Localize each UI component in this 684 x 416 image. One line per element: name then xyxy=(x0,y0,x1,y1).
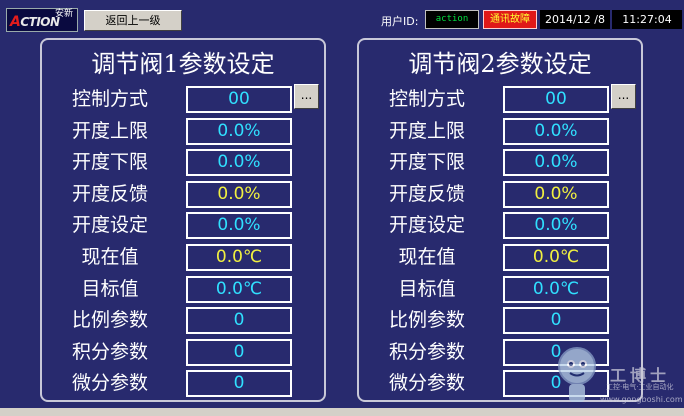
panel-title: 调节阀2参数设定 xyxy=(408,50,592,78)
panel-title: 调节阀1参数设定 xyxy=(91,50,275,78)
param-label: 现在值 xyxy=(81,246,139,268)
hmi-screen: 安新 ACTION 返回上一级 用户ID: action 通讯故障 2014/1… xyxy=(0,0,684,416)
param-value-field[interactable]: 0.0% xyxy=(503,149,609,176)
param-label: 比例参数 xyxy=(388,309,465,331)
param-value-field[interactable]: 0 xyxy=(503,307,609,334)
param-value-field[interactable]: 0.0% xyxy=(186,181,292,208)
param-value-field[interactable]: 0 xyxy=(186,370,292,397)
param-value-field[interactable]: 0.0℃ xyxy=(186,244,292,271)
param-value-field[interactable]: 0 xyxy=(186,307,292,334)
param-value-field[interactable]: 0.0% xyxy=(503,181,609,208)
bottom-strip xyxy=(0,408,684,416)
param-label: 开度下限 xyxy=(71,151,148,173)
top-bar: 安新 ACTION 返回上一级 用户ID: action 通讯故障 2014/1… xyxy=(0,0,684,34)
valve-1-panel: 调节阀1参数设定 ... 控制方式 00 开度上限 0.0% 开度下限 0.0% 开度反馈 0… xyxy=(40,38,326,402)
param-value-field[interactable]: 0.0% xyxy=(503,118,609,145)
user-id-label: 用户ID: xyxy=(381,15,419,28)
param-value-field[interactable]: 0.0% xyxy=(186,149,292,176)
watermark-url: www.gongboshi.com xyxy=(600,395,683,404)
watermark-subtitle: 工控·电气·工业自动化 xyxy=(606,383,674,391)
param-label: 比例参数 xyxy=(71,309,148,331)
param-label: 积分参数 xyxy=(71,341,148,363)
param-value-field[interactable]: 0.0℃ xyxy=(503,276,609,303)
param-label: 开度反馈 xyxy=(388,183,465,205)
param-label: 开度上限 xyxy=(388,120,465,142)
param-value-field[interactable]: 0.0% xyxy=(186,212,292,239)
control-mode-field[interactable]: 00 xyxy=(186,86,292,113)
param-value-field[interactable]: 0.0℃ xyxy=(186,276,292,303)
mascot-icon xyxy=(558,347,596,402)
control-mode-select-button[interactable]: ... xyxy=(611,84,636,109)
param-label: 开度设定 xyxy=(71,214,148,236)
param-label: 控制方式 xyxy=(388,88,465,110)
param-value-field[interactable]: 0.0% xyxy=(503,212,609,239)
back-button[interactable]: 返回上一级 xyxy=(84,10,182,31)
param-label: 开度反馈 xyxy=(71,183,148,205)
param-label: 微分参数 xyxy=(71,372,148,394)
date-display: 2014/12 /8 xyxy=(540,10,610,29)
time-display: 11:27:04 xyxy=(612,10,682,29)
action-logo: 安新 ACTION xyxy=(6,8,78,32)
user-id-field[interactable]: action xyxy=(425,10,479,29)
param-label: 开度设定 xyxy=(388,214,465,236)
param-label: 开度下限 xyxy=(388,151,465,173)
control-mode-field[interactable]: 00 xyxy=(503,86,609,113)
param-value-field[interactable]: 0.0% xyxy=(186,118,292,145)
param-label: 目标值 xyxy=(398,278,456,300)
logo-en-text: ACTION xyxy=(10,14,60,30)
param-value-field[interactable]: 0 xyxy=(186,339,292,366)
param-label: 微分参数 xyxy=(388,372,465,394)
param-label: 目标值 xyxy=(81,278,139,300)
param-label: 现在值 xyxy=(398,246,456,268)
param-label: 控制方式 xyxy=(71,88,148,110)
control-mode-select-button[interactable]: ... xyxy=(294,84,319,109)
param-label: 开度上限 xyxy=(71,120,148,142)
param-label: 积分参数 xyxy=(388,341,465,363)
watermark: 工博士 工控·电气·工业自动化 www.gongboshi.com xyxy=(550,340,684,410)
comm-fault-indicator: 通讯故障 xyxy=(483,10,537,29)
param-value-field[interactable]: 0.0℃ xyxy=(503,244,609,271)
